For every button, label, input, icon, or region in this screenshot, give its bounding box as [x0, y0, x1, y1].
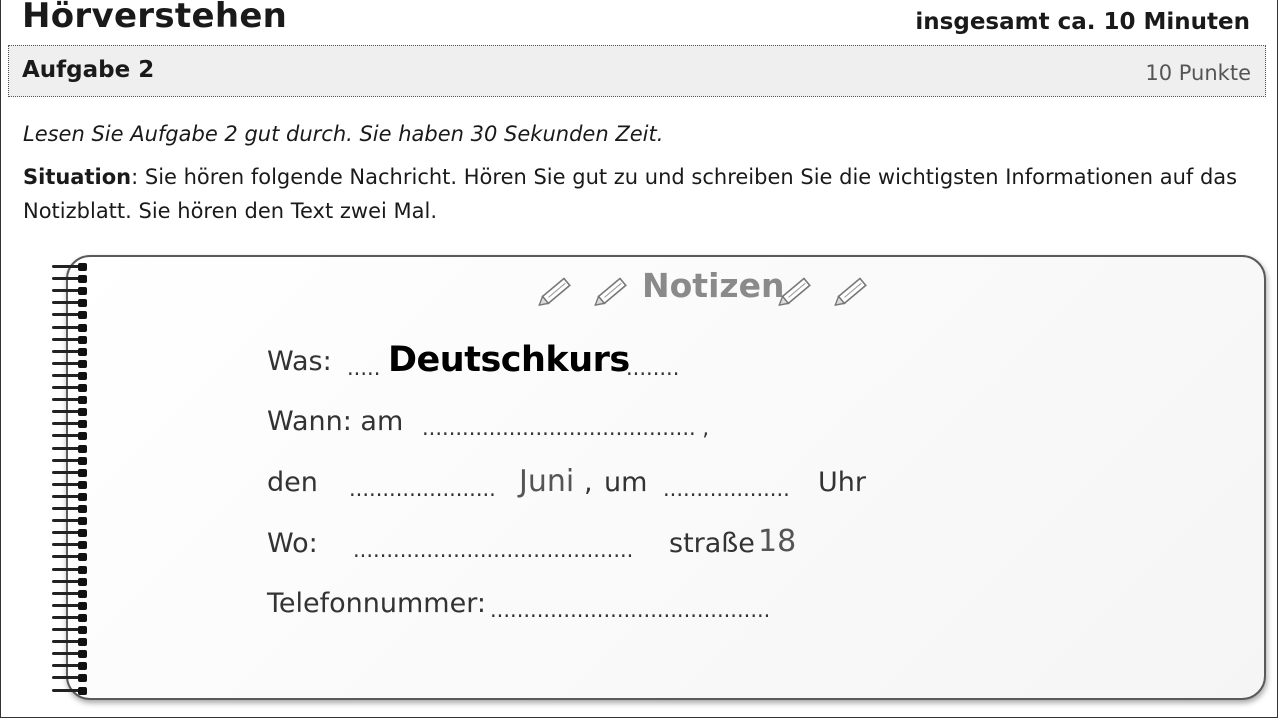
- spiral-ring: [50, 383, 88, 392]
- spiral-ring: [50, 262, 88, 271]
- um-label: um: [604, 467, 648, 498]
- pencil-icon: [594, 277, 627, 306]
- phone-blank[interactable]: ........................................…: [490, 598, 770, 622]
- situation-label: Situation: [23, 165, 132, 189]
- notes-title: Notizen: [642, 266, 785, 305]
- situation-description: : Sie hören folgende Nachricht. Hören Si…: [23, 165, 1238, 223]
- pencil-icon: [778, 277, 811, 306]
- notes-header: Notizen: [538, 266, 878, 310]
- spiral-ring: [50, 274, 88, 284]
- task-label: Aufgabe 2: [22, 57, 155, 83]
- spiral-ring: [50, 480, 88, 489]
- spiral-ring: [50, 456, 88, 465]
- spiral-ring: [50, 601, 88, 610]
- month-label: Juni: [519, 464, 575, 499]
- spiral-ring: [50, 431, 88, 441]
- um-blank[interactable]: ...................: [663, 477, 790, 501]
- duration-label: insgesamt ca. 10 Minuten: [915, 9, 1250, 35]
- was-answer: Deutschkurs: [388, 340, 630, 380]
- pencil-icon: [538, 277, 571, 306]
- spiral-ring: [50, 286, 88, 296]
- spiral-ring: [50, 613, 88, 622]
- den-label: den: [267, 467, 318, 498]
- spiral-ring: [50, 577, 88, 586]
- spiral-ring: [50, 492, 88, 501]
- spiral-ring: [50, 347, 88, 356]
- spiral-ring: [50, 395, 88, 405]
- spiral-ring: [50, 359, 88, 368]
- den-blank[interactable]: ......................: [349, 477, 496, 501]
- spiral-ring: [50, 323, 88, 332]
- spiral-ring: [50, 625, 88, 634]
- spiral-ring: [50, 419, 88, 429]
- spiral-ring: [50, 371, 88, 380]
- wo-label: Wo:: [267, 528, 318, 559]
- spiral-ring: [50, 552, 88, 562]
- task-header-bar: Aufgabe 2 10 Punkte: [8, 45, 1266, 97]
- pencil-icon: [834, 277, 867, 306]
- spiral-ring: [50, 504, 88, 513]
- spiral-ring: [50, 637, 88, 647]
- spiral-binding: [50, 262, 92, 702]
- spiral-ring: [50, 298, 88, 308]
- spiral-ring: [50, 565, 88, 574]
- was-blank-before: .....: [347, 356, 381, 380]
- task-points: 10 Punkte: [1145, 61, 1251, 85]
- spiral-ring: [50, 673, 88, 683]
- spiral-ring: [50, 310, 88, 320]
- spiral-ring: [50, 468, 88, 477]
- street-suffix: straße: [669, 528, 755, 559]
- spiral-ring: [50, 528, 88, 538]
- spiral-ring: [50, 516, 88, 526]
- wann-blank[interactable]: ........................................…: [422, 416, 709, 440]
- spiral-ring: [50, 686, 88, 695]
- spiral-ring: [50, 444, 88, 453]
- spiral-ring: [50, 589, 88, 598]
- was-label: Was:: [267, 346, 332, 377]
- spiral-ring: [50, 661, 88, 671]
- spiral-ring: [50, 649, 88, 659]
- page-title: Hörverstehen: [22, 0, 288, 36]
- situation-text: Situation: Sie hören folgende Nachricht.…: [23, 160, 1273, 228]
- wann-label: Wann: am: [267, 406, 404, 437]
- spiral-ring: [50, 335, 88, 344]
- spiral-ring: [50, 540, 88, 550]
- spiral-ring: [50, 407, 88, 417]
- phone-label: Telefonnummer:: [267, 588, 486, 619]
- reading-instruction: Lesen Sie Aufgabe 2 gut durch. Sie haben…: [23, 122, 664, 146]
- house-number: 18: [758, 524, 797, 559]
- was-blank-after: ........: [626, 356, 680, 380]
- wo-blank[interactable]: ........................................…: [353, 538, 633, 562]
- comma: ,: [584, 467, 593, 498]
- uhr-label: Uhr: [818, 467, 866, 498]
